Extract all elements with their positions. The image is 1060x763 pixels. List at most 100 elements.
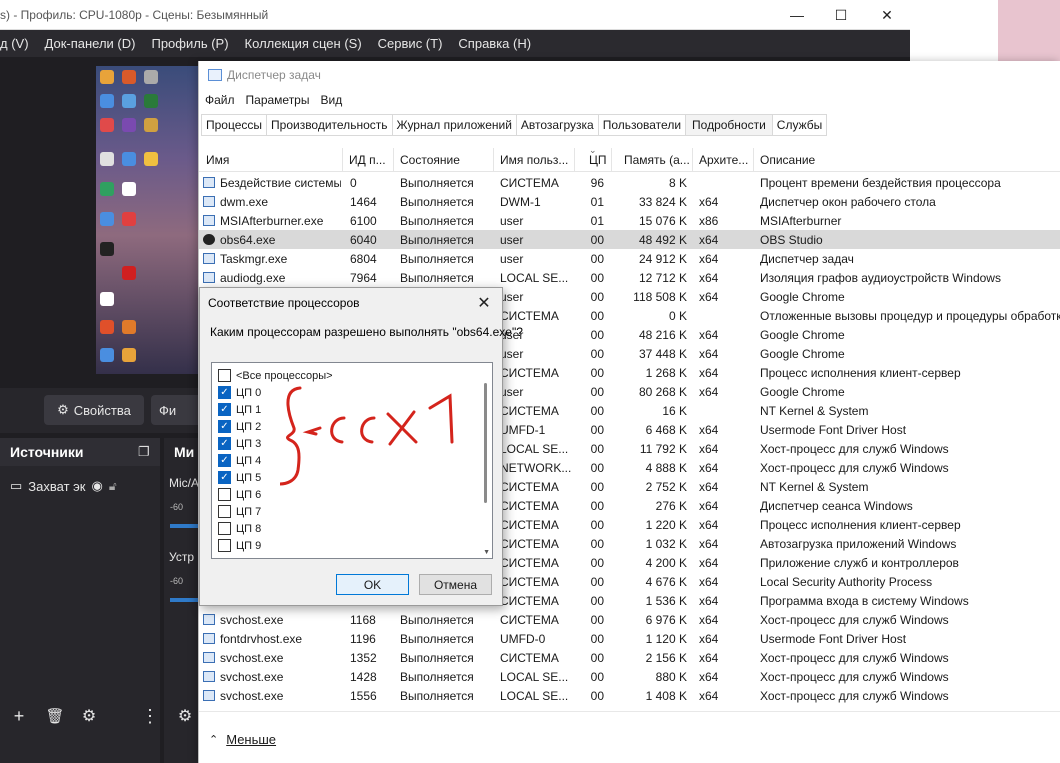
- checkbox[interactable]: [218, 539, 231, 552]
- checkbox[interactable]: [218, 369, 231, 382]
- obs-preview[interactable]: [96, 66, 206, 374]
- table-row[interactable]: svchost.exe 1168 Выполняется СИСТЕМА 00 6 976…: [199, 610, 1060, 629]
- undock-icon[interactable]: ❐: [138, 444, 150, 460]
- checkbox[interactable]: [218, 522, 231, 535]
- processor-item[interactable]: ✓ ЦП 0: [218, 384, 261, 401]
- processor-item[interactable]: ЦП 8: [218, 520, 261, 537]
- table-row[interactable]: svchost.exe 1556 Выполняется LOCAL SE... 00 1…: [199, 686, 1060, 705]
- table-row[interactable]: audiodg.exe 7964 Выполняется LOCAL SE... 00 1…: [199, 268, 1060, 287]
- menu-view[interactable]: Вид: [320, 93, 342, 107]
- processor-item[interactable]: ЦП 9: [218, 537, 261, 554]
- cell-memory: 0 K: [613, 306, 687, 325]
- cell-status: Выполняется: [400, 629, 494, 648]
- processor-label: ЦП 7: [236, 505, 262, 518]
- cell-arch-text: x64: [699, 555, 719, 570]
- lock-icon[interactable]: 🔓︎: [109, 479, 117, 494]
- table-row[interactable]: Taskmgr.exe 6804 Выполняется user 00 24 912 K…: [199, 249, 1060, 268]
- more-icon[interactable]: ⋮: [138, 704, 162, 728]
- cell-user: LOCAL SE...: [500, 686, 575, 705]
- tab-app-history[interactable]: Журнал приложений: [391, 114, 516, 136]
- column-header-arch[interactable]: Архите...: [694, 148, 754, 171]
- checkbox[interactable]: ✓: [218, 420, 231, 433]
- column-header-description[interactable]: Описание: [755, 148, 1060, 171]
- cell-arch: x64: [699, 591, 754, 610]
- minimize-icon[interactable]: —: [774, 0, 820, 30]
- plus-icon[interactable]: +: [7, 704, 31, 728]
- close-icon[interactable]: ✕: [864, 0, 910, 30]
- properties-button[interactable]: ⚙ Свойства: [44, 395, 144, 425]
- cell-description-text: Google Chrome: [760, 327, 845, 342]
- cell-user: user: [500, 249, 575, 268]
- ok-button[interactable]: OK: [336, 574, 409, 595]
- menu-file[interactable]: Файл: [205, 93, 235, 107]
- checkbox[interactable]: ✓: [218, 454, 231, 467]
- scrollbar-thumb[interactable]: [484, 383, 487, 503]
- cell-arch: x64: [699, 382, 754, 401]
- checkbox[interactable]: ✓: [218, 386, 231, 399]
- column-header-name[interactable]: Имя: [201, 148, 343, 171]
- checkbox[interactable]: ✓: [218, 403, 231, 416]
- tab-services[interactable]: Службы: [771, 114, 828, 136]
- maximize-icon[interactable]: ☐: [818, 0, 864, 30]
- mixer-gear-icon[interactable]: ⚙: [173, 704, 197, 728]
- menu-tools[interactable]: Сервис (T): [378, 36, 443, 51]
- tab-startup[interactable]: Автозагрузка: [515, 114, 598, 136]
- tab-details[interactable]: Подробности: [685, 114, 772, 136]
- cell-description-text: NT Kernel & System: [760, 403, 869, 418]
- gear-icon[interactable]: ⚙: [77, 704, 101, 728]
- processor-item[interactable]: <Все процессоры>: [218, 367, 333, 384]
- menu-scene-collection[interactable]: Коллекция сцен (S): [245, 36, 362, 51]
- table-row[interactable]: svchost.exe 1428 Выполняется LOCAL SE... 00 8…: [199, 667, 1060, 686]
- source-item[interactable]: ▭ Захват эк ◉ 🔓︎: [10, 478, 155, 494]
- eye-icon[interactable]: ◉: [91, 478, 102, 494]
- close-icon[interactable]: ✕: [472, 292, 496, 314]
- column-header-status[interactable]: Состояние: [395, 148, 494, 171]
- cell-status: Выполняется: [400, 667, 494, 686]
- cell-memory-text: 1 408 K: [645, 688, 687, 703]
- trash-icon[interactable]: 🗑︎: [43, 704, 67, 728]
- menu-view[interactable]: д (V): [0, 36, 29, 51]
- processor-item[interactable]: ✓ ЦП 3: [218, 435, 261, 452]
- menu-options[interactable]: Параметры: [246, 93, 310, 107]
- table-row[interactable]: fontdrvhost.exe 1196 Выполняется UMFD-0 00 1 …: [199, 629, 1060, 648]
- menu-docks[interactable]: Док-панели (D): [45, 36, 136, 51]
- cell-user-text: user: [500, 289, 524, 304]
- tab-users[interactable]: Пользователи: [597, 114, 686, 136]
- filters-button[interactable]: Фи: [151, 395, 201, 425]
- table-row[interactable]: obs64.exe 6040 Выполняется user 00 48 492 K x6…: [199, 230, 1060, 249]
- processor-list: <Все процессоры> ✓ ЦП 0 ✓ ЦП 1 ✓ ЦП 2 ✓ ЦП 3 ✓ ЦП …: [211, 362, 493, 559]
- table-row[interactable]: MSIAfterburner.exe 6100 Выполняется user 01 1…: [199, 211, 1060, 230]
- table-row[interactable]: svchost.exe 1352 Выполняется СИСТЕМА 00 2 156…: [199, 648, 1060, 667]
- tab-processes[interactable]: Процессы: [201, 114, 267, 136]
- cell-pid-text: 1428: [350, 669, 377, 684]
- checkbox[interactable]: [218, 488, 231, 501]
- cell-cpu: 00: [576, 439, 604, 458]
- column-header-user[interactable]: Имя польз...: [495, 148, 575, 171]
- processor-label: <Все процессоры>: [236, 369, 333, 382]
- checkbox[interactable]: ✓: [218, 437, 231, 450]
- checkbox[interactable]: ✓: [218, 471, 231, 484]
- scroll-down-icon[interactable]: ▼: [483, 549, 490, 556]
- cell-user: СИСТЕМА: [500, 553, 575, 572]
- processor-item[interactable]: ЦП 6: [218, 486, 261, 503]
- cancel-button[interactable]: Отмена: [419, 574, 492, 595]
- tab-performance[interactable]: Производительность: [266, 114, 392, 136]
- column-header-memory[interactable]: Память (а...: [613, 148, 693, 171]
- processor-item[interactable]: ✓ ЦП 5: [218, 469, 261, 486]
- cell-pid-text: 6804: [350, 251, 377, 266]
- column-header-pid[interactable]: ИД п...: [344, 148, 394, 171]
- process-icon: [203, 671, 215, 682]
- checkbox[interactable]: [218, 505, 231, 518]
- menu-profile[interactable]: Профиль (P): [151, 36, 228, 51]
- cell-description: Usermode Font Driver Host: [760, 420, 1060, 439]
- processor-item[interactable]: ✓ ЦП 2: [218, 418, 261, 435]
- processor-item[interactable]: ЦП 7: [218, 503, 261, 520]
- table-row[interactable]: dwm.exe 1464 Выполняется DWM-1 01 33 824 K x64…: [199, 192, 1060, 211]
- processor-item[interactable]: ✓ ЦП 4: [218, 452, 261, 469]
- menu-help[interactable]: Справка (H): [458, 36, 531, 51]
- cell-description: Процесс исполнения клиент-сервер: [760, 363, 1060, 382]
- processor-item[interactable]: ✓ ЦП 1: [218, 401, 261, 418]
- fewer-details-button[interactable]: ⌃ Меньше: [209, 732, 276, 747]
- cell-status: Выполняется: [400, 249, 494, 268]
- table-row[interactable]: Бездействие системы 0 Выполняется СИСТЕМА 96…: [199, 173, 1060, 192]
